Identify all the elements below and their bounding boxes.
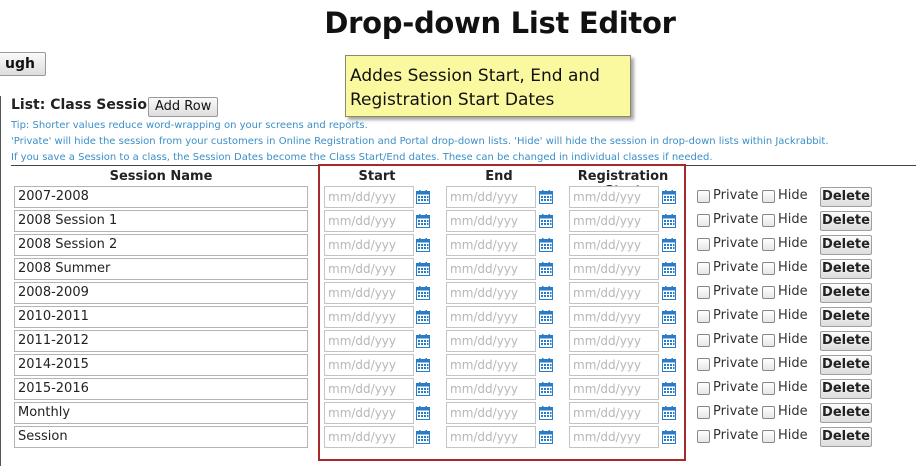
hide-checkbox[interactable]: [762, 406, 775, 419]
hide-label: Hide: [778, 284, 808, 299]
hide-checkbox[interactable]: [762, 382, 775, 395]
date-columns-highlight: [318, 164, 686, 461]
hide-checkbox[interactable]: [762, 310, 775, 323]
hide-label: Hide: [778, 260, 808, 275]
delete-button[interactable]: Delete: [820, 235, 872, 255]
hide-checkbox[interactable]: [762, 286, 775, 299]
hide-label: Hide: [778, 236, 808, 251]
hide-checkbox[interactable]: [762, 262, 775, 275]
session-name-input[interactable]: Monthly: [14, 402, 308, 424]
delete-button[interactable]: Delete: [820, 211, 872, 231]
private-checkbox[interactable]: [697, 382, 710, 395]
hide-label: Hide: [778, 404, 808, 419]
private-checkbox[interactable]: [697, 238, 710, 251]
tip-text-3: If you save a Session to a class, the Se…: [11, 152, 713, 163]
private-label: Private: [713, 404, 759, 419]
delete-button[interactable]: Delete: [820, 379, 872, 399]
page-title: Drop-down List Editor: [324, 6, 676, 40]
hide-label: Hide: [778, 308, 808, 323]
delete-button[interactable]: Delete: [820, 427, 872, 447]
walkthrough-button[interactable]: ugh: [0, 52, 46, 76]
private-checkbox[interactable]: [697, 286, 710, 299]
private-checkbox[interactable]: [697, 406, 710, 419]
private-label: Private: [713, 308, 759, 323]
private-label: Private: [713, 284, 759, 299]
delete-button[interactable]: Delete: [820, 331, 872, 351]
private-label: Private: [713, 260, 759, 275]
hide-checkbox[interactable]: [762, 214, 775, 227]
private-checkbox[interactable]: [697, 262, 710, 275]
session-name-input[interactable]: 2010-2011: [14, 306, 308, 328]
session-name-input[interactable]: 2015-2016: [14, 378, 308, 400]
private-checkbox[interactable]: [697, 430, 710, 443]
delete-button[interactable]: Delete: [820, 403, 872, 423]
hide-label: Hide: [778, 380, 808, 395]
session-name-input[interactable]: Session: [14, 426, 308, 448]
hide-checkbox[interactable]: [762, 358, 775, 371]
delete-button[interactable]: Delete: [820, 307, 872, 327]
session-name-input[interactable]: 2008 Session 2: [14, 234, 308, 256]
private-label: Private: [713, 380, 759, 395]
session-name-input[interactable]: 2008 Summer: [14, 258, 308, 280]
private-checkbox[interactable]: [697, 214, 710, 227]
delete-button[interactable]: Delete: [820, 187, 872, 207]
column-header-session-name: Session Name: [109, 169, 213, 184]
private-label: Private: [713, 188, 759, 203]
walkthrough-button-label: ugh: [5, 56, 35, 72]
session-name-input[interactable]: 2008-2009: [14, 282, 308, 304]
hide-checkbox[interactable]: [762, 334, 775, 347]
hide-label: Hide: [778, 212, 808, 227]
private-label: Private: [713, 332, 759, 347]
hide-label: Hide: [778, 428, 808, 443]
private-label: Private: [713, 356, 759, 371]
private-checkbox[interactable]: [697, 310, 710, 323]
list-title: List: Class Session: [11, 97, 157, 113]
private-checkbox[interactable]: [697, 190, 710, 203]
hide-label: Hide: [778, 356, 808, 371]
session-name-input[interactable]: 2007-2008: [14, 186, 308, 208]
callout-note: Addes Session Start, End and Registratio…: [345, 55, 631, 117]
private-checkbox[interactable]: [697, 358, 710, 371]
private-label: Private: [713, 428, 759, 443]
session-name-input[interactable]: 2008 Session 1: [14, 210, 308, 232]
hide-checkbox[interactable]: [762, 190, 775, 203]
hide-label: Hide: [778, 332, 808, 347]
delete-button[interactable]: Delete: [820, 283, 872, 303]
private-checkbox[interactable]: [697, 334, 710, 347]
hide-checkbox[interactable]: [762, 430, 775, 443]
tip-text-1: Tip: Shorter values reduce word-wrapping…: [11, 120, 368, 131]
session-name-input[interactable]: 2014-2015: [14, 354, 308, 376]
add-row-button[interactable]: Add Row: [148, 97, 219, 117]
private-label: Private: [713, 212, 759, 227]
delete-button[interactable]: Delete: [820, 355, 872, 375]
tip-text-2: 'Private' will hide the session from you…: [11, 136, 829, 147]
callout-line-1: Addes Session Start, End and: [350, 66, 600, 86]
callout-line-2: Registration Start Dates: [350, 90, 555, 110]
hide-label: Hide: [778, 188, 808, 203]
private-label: Private: [713, 236, 759, 251]
session-name-input[interactable]: 2011-2012: [14, 330, 308, 352]
delete-button[interactable]: Delete: [820, 259, 872, 279]
hide-checkbox[interactable]: [762, 238, 775, 251]
